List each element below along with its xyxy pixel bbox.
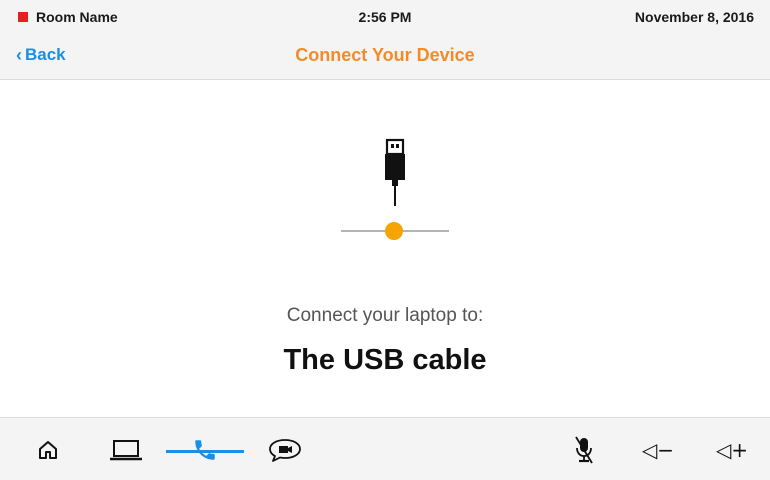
microphone-muted-icon [575,436,593,463]
home-button[interactable] [20,418,76,480]
room-name: Room Name [36,9,118,25]
phone-button[interactable] [177,418,233,480]
room-status-dot [18,12,28,22]
laptop-button[interactable] [98,418,154,480]
microphone-mute-button[interactable] [556,418,612,480]
volume-down-icon: ◁− [641,437,675,462]
usb-connector-graphic [330,130,460,250]
source-name: The USB cable [283,344,487,376]
volume-down-button[interactable]: ◁− [630,418,686,480]
laptop-icon [110,439,142,460]
chevron-left-icon: ‹ [16,45,22,65]
video-chat-button[interactable] [257,418,313,480]
nav-bar: ‹ Back Connect Your Device [0,36,770,80]
volume-up-button[interactable]: ◁+ [704,418,760,480]
page-title: Connect Your Device [295,45,475,65]
back-button[interactable]: ‹ Back [16,45,66,65]
home-icon [39,440,57,459]
usb-connector-icon [341,138,449,240]
connection-indicator [385,222,403,240]
bottom-toolbar: ◁− ◁+ [0,417,770,480]
volume-up-icon: ◁+ [715,437,749,462]
active-tab-indicator [166,450,244,453]
status-bar: Room Name 2:56 PM November 8, 2016 [0,0,770,36]
connect-prompt: Connect your laptop to: [286,305,484,326]
date: November 8, 2016 [634,9,754,25]
room-indicator: Room Name [18,9,118,25]
back-label: Back [25,45,66,64]
video-chat-icon [269,438,301,462]
